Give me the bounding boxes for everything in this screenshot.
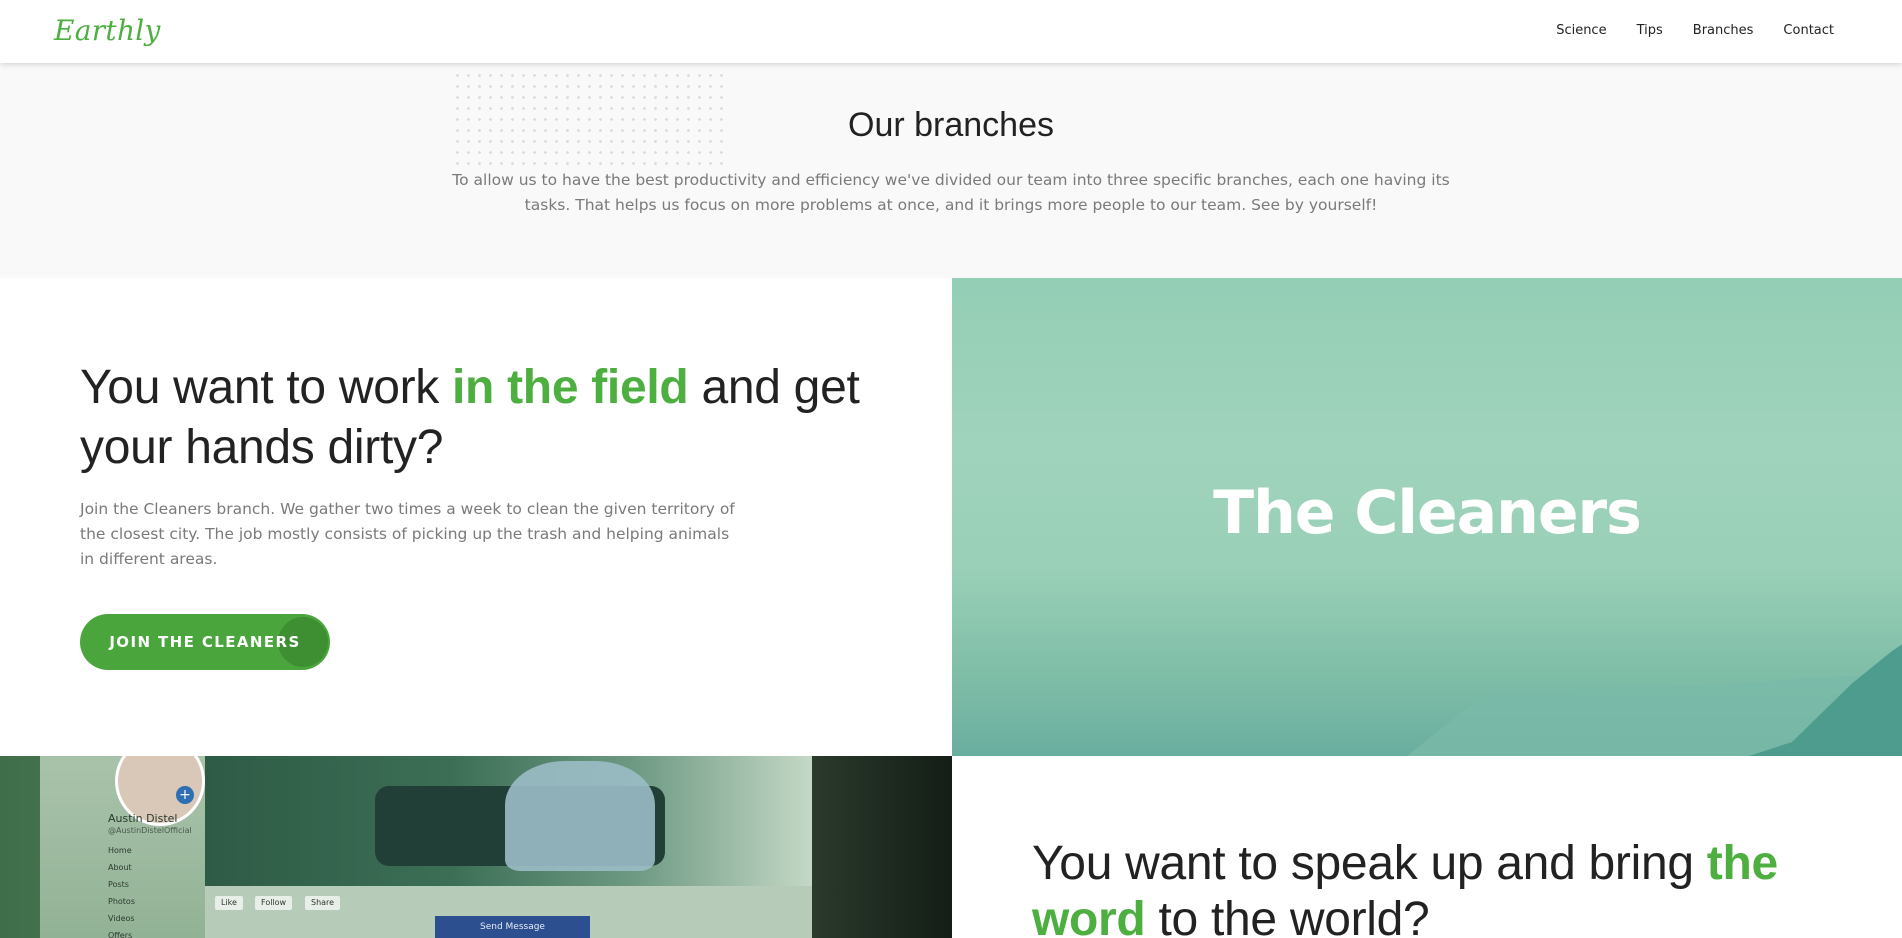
send-message-chip: Send Message [435,916,590,938]
share-chip: Share [305,896,341,910]
profile-menu-item: About [108,863,132,872]
device-edge [812,756,952,938]
cleaners-headline-part-1: You want to work [80,361,453,414]
cleaners-image-title: The Cleaners [1213,478,1642,548]
nav-contact[interactable]: Contact [1783,23,1834,38]
like-chip: Like [215,896,243,910]
section-title: Our branches [848,106,1054,144]
profile-name: Austin Distel [108,812,178,825]
earthly-logo[interactable]: Earthly [54,14,161,47]
cleaners-headline: You want to work in the field and get yo… [80,358,900,478]
cover-photo [205,756,820,886]
section-description: To allow us to have the best productivit… [452,171,1450,214]
social-profile-screenshot: + Austin Distel @AustinDistelOfficial Ho… [40,756,820,938]
activists-headline: You want to speak up and bring the word … [1032,836,1852,938]
activists-headline-part-2: to the world? [1145,893,1430,938]
profile-menu-item: Offers [108,931,133,938]
person-shape [505,761,655,871]
profile-menu-item: Home [108,846,132,855]
join-cleaners-button-label: JOIN THE CLEANERS [109,633,301,651]
activists-text-panel: You want to speak up and bring the word … [952,756,1902,938]
profile-menu-item: Posts [108,880,129,889]
nav-science[interactable]: Science [1556,23,1606,38]
main-nav: Science Tips Branches Contact [1526,23,1834,38]
plus-icon: + [176,786,194,804]
profile-menu-item: Photos [108,897,135,906]
nav-branches[interactable]: Branches [1693,23,1754,38]
site-header: Earthly Science Tips Branches Contact [0,0,1902,63]
activists-headline-part-1: You want to speak up and bring [1032,837,1707,890]
cleaners-image-panel: The Cleaners [952,278,1902,756]
profile-handle: @AustinDistelOfficial [108,826,192,835]
profile-menu-item: Videos [108,914,135,923]
nav-tips[interactable]: Tips [1637,23,1663,38]
cleaners-description: Join the Cleaners branch. We gather two … [80,500,735,568]
join-cleaners-button[interactable]: JOIN THE CLEANERS [80,614,330,670]
cleaners-headline-highlight: in the field [452,361,689,414]
follow-chip: Follow [255,896,293,910]
profile-menu: Home About Posts Photos Videos Offers [108,842,135,938]
activists-image-panel: + Austin Distel @AustinDistelOfficial Ho… [0,756,952,938]
